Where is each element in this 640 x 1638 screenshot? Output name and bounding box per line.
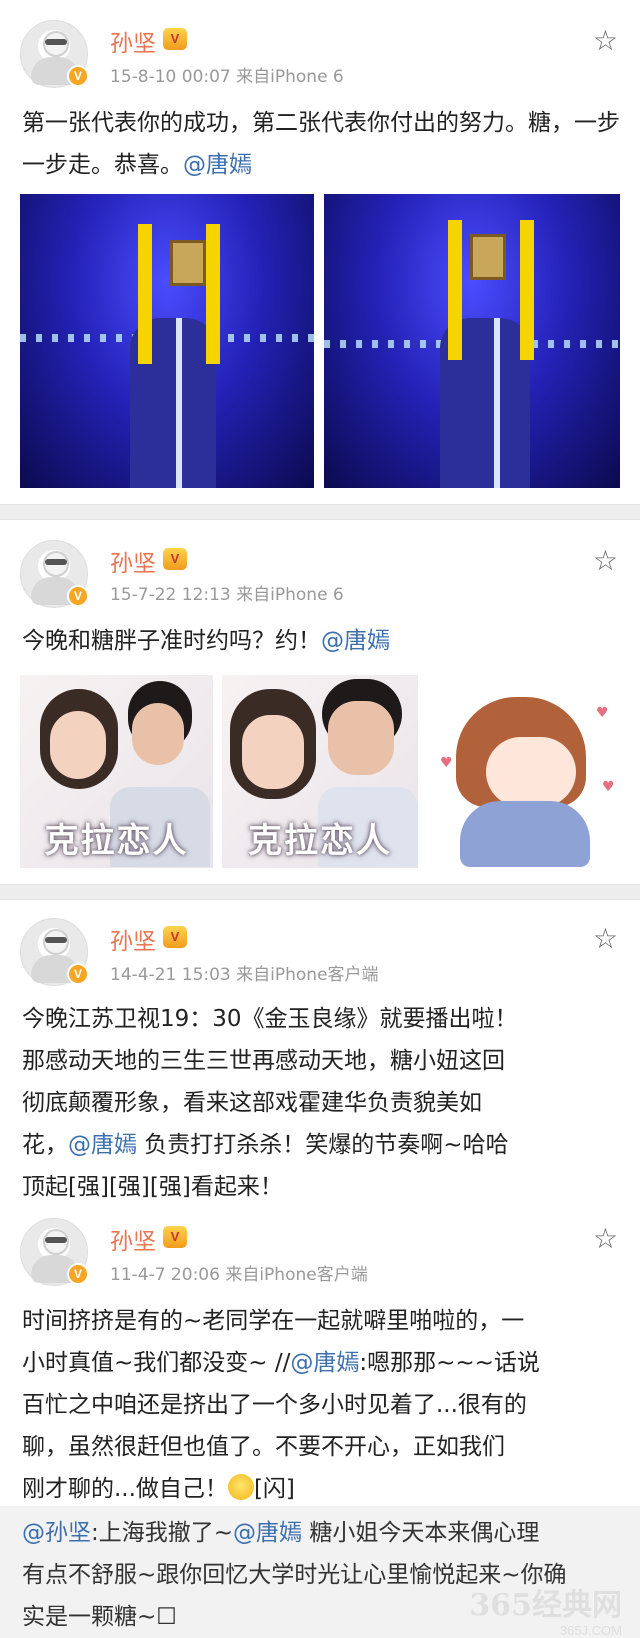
post-text: 今晚江苏卫视19：30《金玉良缘》就要播出啦！ 那感动天地的三生三世再感动天地，…	[22, 998, 622, 1208]
weibo-post: V 孙坚 V 11-4-7 20:06 来自iPhone客户端 ☆ 时间挤挤是有…	[0, 1202, 640, 1502]
repost-text-line: @孙坚:上海我撤了~@唐嫣 糖小姐今天本来偶心理	[22, 1512, 622, 1554]
scarf-left	[138, 224, 152, 364]
post-text: 第一张代表你的成功，第二张代表你付出的努力。糖，一步一步走。恭喜。@唐嫣	[22, 102, 622, 186]
verified-badge-icon: V	[67, 585, 89, 607]
scarf-right	[206, 224, 220, 364]
author-name[interactable]: 孙坚	[110, 1222, 156, 1256]
avatar-glasses	[45, 39, 67, 45]
heart-icon: ♥	[440, 755, 453, 771]
avatar-glasses	[45, 1237, 67, 1243]
post-text: 时间挤挤是有的~老同学在一起就噼里啪啦的，一 小时真值~我们都没变~ //@唐嫣…	[22, 1300, 622, 1510]
crown-icon: V	[163, 28, 187, 50]
post-text-line: 小时真值~我们都没变~ //@唐嫣:嗯那那~~~话说	[22, 1342, 622, 1384]
post-text-body: [闪]	[253, 1476, 295, 1502]
post-meta: 14-4-21 15:03 来自iPhone客户端	[110, 965, 379, 985]
poster-image[interactable]: 克拉恋人	[222, 675, 418, 868]
post-text-line: 花，@唐嫣 负责打打杀杀！笑爆的节奏啊~哈哈	[22, 1124, 622, 1166]
site-watermark: 365经典网	[469, 1588, 622, 1623]
crown-icon: V	[163, 1226, 187, 1248]
figure-face	[132, 703, 184, 765]
post-separator	[0, 884, 640, 900]
post-text-body: 第一张代表你的成功，第二张代表你付出的努力。糖，一步一步走。恭喜。	[22, 110, 620, 178]
star-outline-icon[interactable]: ☆	[593, 1222, 618, 1255]
repost-text-body: :上海我撤了~	[91, 1520, 234, 1546]
poster-logo: 克拉恋人	[44, 821, 189, 861]
star-outline-icon[interactable]: ☆	[593, 922, 618, 955]
avatar-glasses	[45, 559, 67, 565]
avatar-glasses	[45, 937, 67, 943]
author-name[interactable]: 孙坚	[110, 24, 156, 58]
post-text-body: 花，	[22, 1132, 68, 1158]
mention-link[interactable]: @唐嫣	[290, 1350, 359, 1376]
scarf-left	[448, 220, 462, 360]
figure-face	[242, 715, 304, 789]
post-meta: 15-7-22 12:13 来自iPhone 6	[110, 585, 344, 605]
weibo-post: V 孙坚 V 14-4-21 15:03 来自iPhone客户端 ☆ 今晚江苏卫…	[0, 900, 640, 1200]
heart-icon: ♥	[602, 779, 615, 795]
author-name[interactable]: 孙坚	[110, 922, 156, 956]
post-text-body: :嗯那那~~~话说	[359, 1350, 540, 1376]
weibo-post: V 孙坚 V 15-7-22 12:13 来自iPhone 6 ☆ 今晚和糖胖子…	[0, 520, 640, 868]
post-text-line: 今晚江苏卫视19：30《金玉良缘》就要播出啦！	[22, 1006, 518, 1032]
weibo-post: V 孙坚 V 15-8-10 00:07 来自iPhone 6 ☆ 第一张代表你…	[0, 0, 640, 488]
site-watermark-sub: 365J.COM	[559, 1623, 622, 1638]
figure-face	[50, 711, 106, 779]
verified-badge-icon: V	[67, 65, 89, 87]
cartoon-face	[486, 737, 576, 807]
post-text-body: 刚才聊的...做自己！	[22, 1476, 228, 1502]
heart-icon: ♥	[596, 705, 609, 721]
mention-link[interactable]: @唐嫣	[233, 1520, 302, 1546]
avatar[interactable]: V	[20, 918, 89, 986]
post-separator	[0, 504, 640, 520]
poster-logo: 克拉恋人	[248, 821, 392, 861]
mention-link[interactable]: @唐嫣	[68, 1132, 137, 1158]
cartoon-drawing[interactable]: ♥ ♥ ♥	[426, 675, 620, 868]
scarf-right	[520, 220, 534, 360]
star-outline-icon[interactable]: ☆	[593, 24, 618, 57]
stage-photo[interactable]	[324, 194, 620, 488]
repost-block[interactable]: @孙坚:上海我撤了~@唐嫣 糖小姐今天本来偶心理 有点不舒服~跟你回忆大学时光让…	[0, 1506, 640, 1638]
smiley-emoji-icon	[227, 1474, 254, 1500]
author-name[interactable]: 孙坚	[110, 544, 156, 578]
post-meta: 15-8-10 00:07 来自iPhone 6	[110, 67, 344, 87]
podium-stand	[494, 318, 500, 488]
post-text-line: 刚才聊的...做自己！ [闪]	[22, 1468, 622, 1510]
star-outline-icon[interactable]: ☆	[593, 544, 618, 577]
crown-icon: V	[163, 548, 187, 570]
post-text: 今晚和糖胖子准时约吗？约！@唐嫣	[22, 620, 622, 662]
award-frame	[170, 240, 206, 286]
post-text-body: 今晚和糖胖子准时约吗？约！	[22, 628, 321, 654]
poster-image[interactable]: 克拉恋人	[20, 675, 213, 868]
verified-badge-icon: V	[67, 1263, 89, 1285]
mention-link[interactable]: @孙坚	[22, 1520, 91, 1546]
repost-text-body: 糖小姐今天本来偶心理	[302, 1520, 540, 1546]
podium-stand	[176, 318, 182, 488]
post-text-body: 负责打打杀杀！笑爆的节奏啊~哈哈	[137, 1132, 509, 1158]
avatar[interactable]: V	[20, 540, 89, 608]
stage-photo[interactable]	[20, 194, 314, 488]
post-meta: 11-4-7 20:06 来自iPhone客户端	[110, 1265, 368, 1285]
post-text-line: 百忙之中咱还是挤出了一个多小时见着了...很有的	[22, 1392, 527, 1418]
verified-badge-icon: V	[67, 963, 89, 985]
cartoon-body	[460, 801, 590, 867]
post-text-line: 聊，虽然很赶但也值了。不要不开心，正如我们	[22, 1434, 505, 1460]
post-text-line: 彻底颠覆形象，看来这部戏霍建华负责貌美如	[22, 1090, 482, 1116]
post-text-line: 时间挤挤是有的~老同学在一起就噼里啪啦的，一	[22, 1308, 525, 1334]
figure-face	[328, 701, 394, 775]
post-text-line: 那感动天地的三生三世再感动天地，糖小妞这回	[22, 1048, 505, 1074]
mention-link[interactable]: @唐嫣	[183, 152, 252, 178]
award-frame	[470, 234, 506, 280]
mention-link[interactable]: @唐嫣	[321, 628, 390, 654]
crown-icon: V	[163, 926, 187, 948]
avatar[interactable]: V	[20, 1218, 89, 1286]
avatar[interactable]: V	[20, 20, 89, 88]
post-text-body: 小时真值~我们都没变~ //	[22, 1350, 291, 1376]
